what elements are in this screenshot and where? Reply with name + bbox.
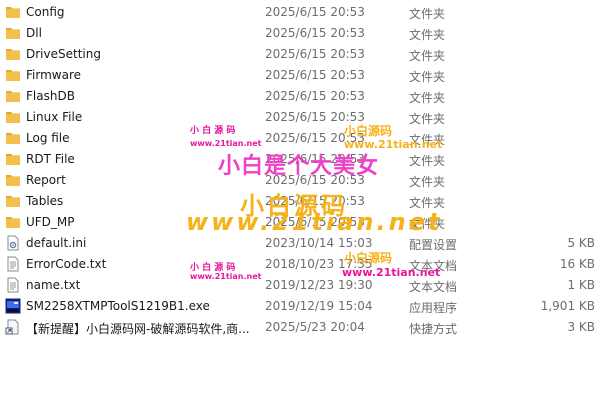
file-date-modified: 2018/10/23 17:35 [265, 257, 373, 271]
file-date-modified: 2023/10/14 15:03 [265, 236, 373, 250]
folder-icon [5, 4, 21, 20]
file-type: 配置设置 [409, 238, 458, 252]
file-row[interactable]: Log file 2025/6/15 20:53 文件夹 [0, 128, 603, 149]
file-date-modified: 2025/6/15 20:53 [265, 173, 365, 187]
file-date-modified: 2025/6/15 20:53 [265, 68, 365, 82]
file-type: 文件夹 [409, 217, 446, 231]
file-row[interactable]: Dll 2025/6/15 20:53 文件夹 [0, 23, 603, 44]
file-date-modified: 2025/6/15 20:53 [265, 131, 365, 145]
file-name: Dll [26, 26, 42, 40]
file-date-modified: 2025/6/15 20:53 [265, 110, 365, 124]
file-name: default.ini [26, 236, 87, 250]
folder-icon [5, 193, 21, 209]
file-type: 文件夹 [409, 28, 446, 42]
file-row[interactable]: Tables 2025/6/15 20:53 文件夹 [0, 191, 603, 212]
text-file-icon [5, 256, 21, 272]
file-type: 文件夹 [409, 175, 446, 189]
folder-icon [5, 214, 21, 230]
file-name: 【新提醒】小白源码网-破解源码软件,商... [26, 322, 250, 336]
file-type: 快捷方式 [409, 322, 458, 336]
text-file-icon [5, 277, 21, 293]
file-type: 文件夹 [409, 112, 446, 126]
file-date-modified: 2019/12/19 15:04 [265, 299, 373, 313]
file-name: Report [26, 173, 66, 187]
file-row[interactable]: ErrorCode.txt 2018/10/23 17:35 文本文档 16 K… [0, 254, 603, 275]
folder-icon [5, 88, 21, 104]
file-row[interactable]: name.txt 2019/12/23 19:30 文本文档 1 KB [0, 275, 603, 296]
file-row[interactable]: SM2258XTMPToolS1219B1.exe 2019/12/19 15:… [0, 296, 603, 317]
file-row[interactable]: Report 2025/6/15 20:53 文件夹 [0, 170, 603, 191]
file-name: ErrorCode.txt [26, 257, 107, 271]
file-size: 1 KB [567, 278, 595, 292]
settings-file-icon [5, 235, 21, 251]
file-name: DriveSetting [26, 47, 101, 61]
file-type: 文件夹 [409, 91, 446, 105]
folder-icon [5, 172, 21, 188]
file-row[interactable]: default.ini 2023/10/14 15:03 配置设置 5 KB [0, 233, 603, 254]
file-name: Linux File [26, 110, 83, 124]
file-date-modified: 2025/5/23 20:04 [265, 320, 365, 334]
file-row[interactable]: FlashDB 2025/6/15 20:53 文件夹 [0, 86, 603, 107]
file-date-modified: 2025/6/15 20:53 [265, 89, 365, 103]
file-type: 文本文档 [409, 259, 458, 273]
file-date-modified: 2025/6/15 20:53 [265, 47, 365, 61]
file-size: 3 KB [567, 320, 595, 334]
file-name: Firmware [26, 68, 81, 82]
file-date-modified: 2025/6/15 20:53 [265, 152, 365, 166]
exe-app-icon [5, 298, 21, 314]
file-type: 文件夹 [409, 7, 446, 21]
folder-icon [5, 46, 21, 62]
file-name: FlashDB [26, 89, 75, 103]
file-type: 文件夹 [409, 133, 446, 147]
file-row[interactable]: UFD_MP 2025/6/15 20:53 文件夹 [0, 212, 603, 233]
file-name: Tables [26, 194, 64, 208]
file-row[interactable]: DriveSetting 2025/6/15 20:53 文件夹 [0, 44, 603, 65]
shortcut-icon [5, 319, 21, 335]
file-row[interactable]: Config 2025/6/15 20:53 文件夹 [0, 2, 603, 23]
file-name: name.txt [26, 278, 81, 292]
file-name: SM2258XTMPToolS1219B1.exe [26, 299, 210, 313]
file-row[interactable]: Firmware 2025/6/15 20:53 文件夹 [0, 65, 603, 86]
file-row[interactable]: RDT File 2025/6/15 20:53 文件夹 [0, 149, 603, 170]
file-row[interactable]: 【新提醒】小白源码网-破解源码软件,商... 2025/5/23 20:04 快… [0, 317, 603, 338]
file-size: 5 KB [567, 236, 595, 250]
file-type: 应用程序 [409, 301, 458, 315]
file-type: 文件夹 [409, 154, 446, 168]
file-type: 文件夹 [409, 49, 446, 63]
folder-icon [5, 151, 21, 167]
file-type: 文件夹 [409, 70, 446, 84]
file-date-modified: 2025/6/15 20:53 [265, 5, 365, 19]
file-size: 1,901 KB [540, 299, 595, 313]
file-name: RDT File [26, 152, 75, 166]
folder-icon [5, 109, 21, 125]
file-date-modified: 2019/12/23 19:30 [265, 278, 373, 292]
file-date-modified: 2025/6/15 20:53 [265, 194, 365, 208]
file-type: 文件夹 [409, 196, 446, 210]
file-name: UFD_MP [26, 215, 75, 229]
file-name: Config [26, 5, 65, 19]
file-name: Log file [26, 131, 70, 145]
folder-icon [5, 130, 21, 146]
file-type: 文本文档 [409, 280, 458, 294]
file-date-modified: 2025/6/15 20:53 [265, 215, 365, 229]
file-date-modified: 2025/6/15 20:53 [265, 26, 365, 40]
folder-icon [5, 25, 21, 41]
file-size: 16 KB [559, 257, 595, 271]
folder-icon [5, 67, 21, 83]
file-row[interactable]: Linux File 2025/6/15 20:53 文件夹 [0, 107, 603, 128]
